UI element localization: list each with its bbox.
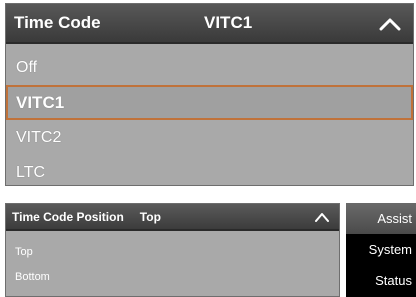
option-label: Top <box>15 245 33 258</box>
timecode-label: Time Code <box>14 13 101 32</box>
option-label: LTC <box>16 163 46 181</box>
side-menu-label: Status <box>375 273 412 288</box>
timecode-options-list: Off VITC1 VITC2 LTC <box>6 50 413 185</box>
timecode-position-header[interactable]: Time Code Position Top <box>6 204 339 231</box>
position-option-top[interactable]: Top <box>6 239 339 264</box>
timecode-current-value: VITC1 <box>204 13 253 32</box>
side-menu-system[interactable]: System <box>346 234 416 265</box>
page: Time Code VITC1 Off VITC1 VITC2 LTC Time… <box>0 0 416 297</box>
position-option-bottom[interactable]: Bottom <box>6 264 339 289</box>
timecode-position-dropdown: Time Code Position Top Top Bottom <box>5 203 340 297</box>
chevron-up-icon[interactable] <box>315 212 329 222</box>
timecode-option-off[interactable]: Off <box>6 50 413 85</box>
side-menu-label: Assist <box>377 211 412 226</box>
option-label: VITC1 <box>16 92 65 112</box>
timecode-option-ltc[interactable]: LTC <box>6 155 413 185</box>
option-label: VITC2 <box>16 128 62 146</box>
timecode-position-label: Time Code Position <box>12 209 124 224</box>
option-label: Bottom <box>15 270 50 283</box>
option-label: Off <box>16 58 38 76</box>
timecode-dropdown-header[interactable]: Time Code VITC1 <box>6 4 413 44</box>
side-menu-assist[interactable]: Assist <box>346 203 416 234</box>
timecode-option-vitc1[interactable]: VITC1 <box>6 85 413 120</box>
timecode-dropdown: Time Code VITC1 Off VITC1 VITC2 LTC <box>5 3 414 186</box>
timecode-position-value: Top <box>139 209 161 224</box>
timecode-option-vitc2[interactable]: VITC2 <box>6 120 413 155</box>
side-menu-label: System <box>368 242 412 257</box>
side-menu-status[interactable]: Status <box>346 265 416 296</box>
side-menu: Assist System Status <box>346 203 416 297</box>
chevron-up-icon[interactable] <box>379 17 401 31</box>
